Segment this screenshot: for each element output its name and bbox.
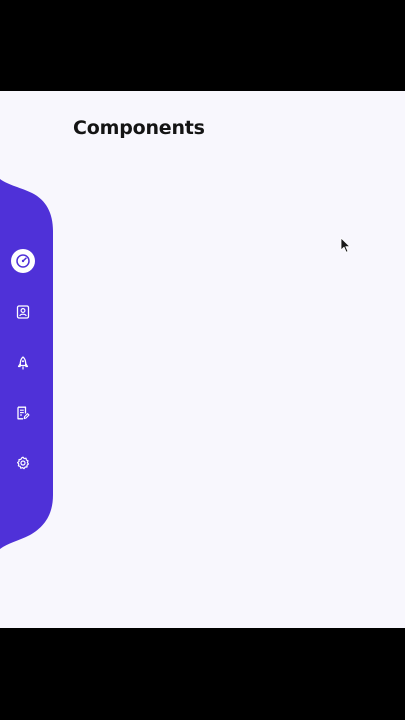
speedometer-icon [16,254,30,268]
gear-icon [17,456,29,470]
letterbox-top [0,0,405,91]
contact-card-icon [16,305,30,319]
sidebar-item-settings[interactable] [10,450,36,476]
rocket-icon [17,356,29,370]
sidebar-item-dashboard[interactable] [11,249,35,273]
app-screen: Components [0,91,405,628]
page-title: Components [73,117,205,139]
sidebar-item-contacts[interactable] [10,299,36,325]
letterbox-bottom [0,628,405,720]
sidebar-item-launch[interactable] [10,350,36,376]
sidebar-item-documents[interactable] [10,400,36,426]
mouse-cursor-icon [340,237,351,253]
document-edit-icon [17,406,30,420]
